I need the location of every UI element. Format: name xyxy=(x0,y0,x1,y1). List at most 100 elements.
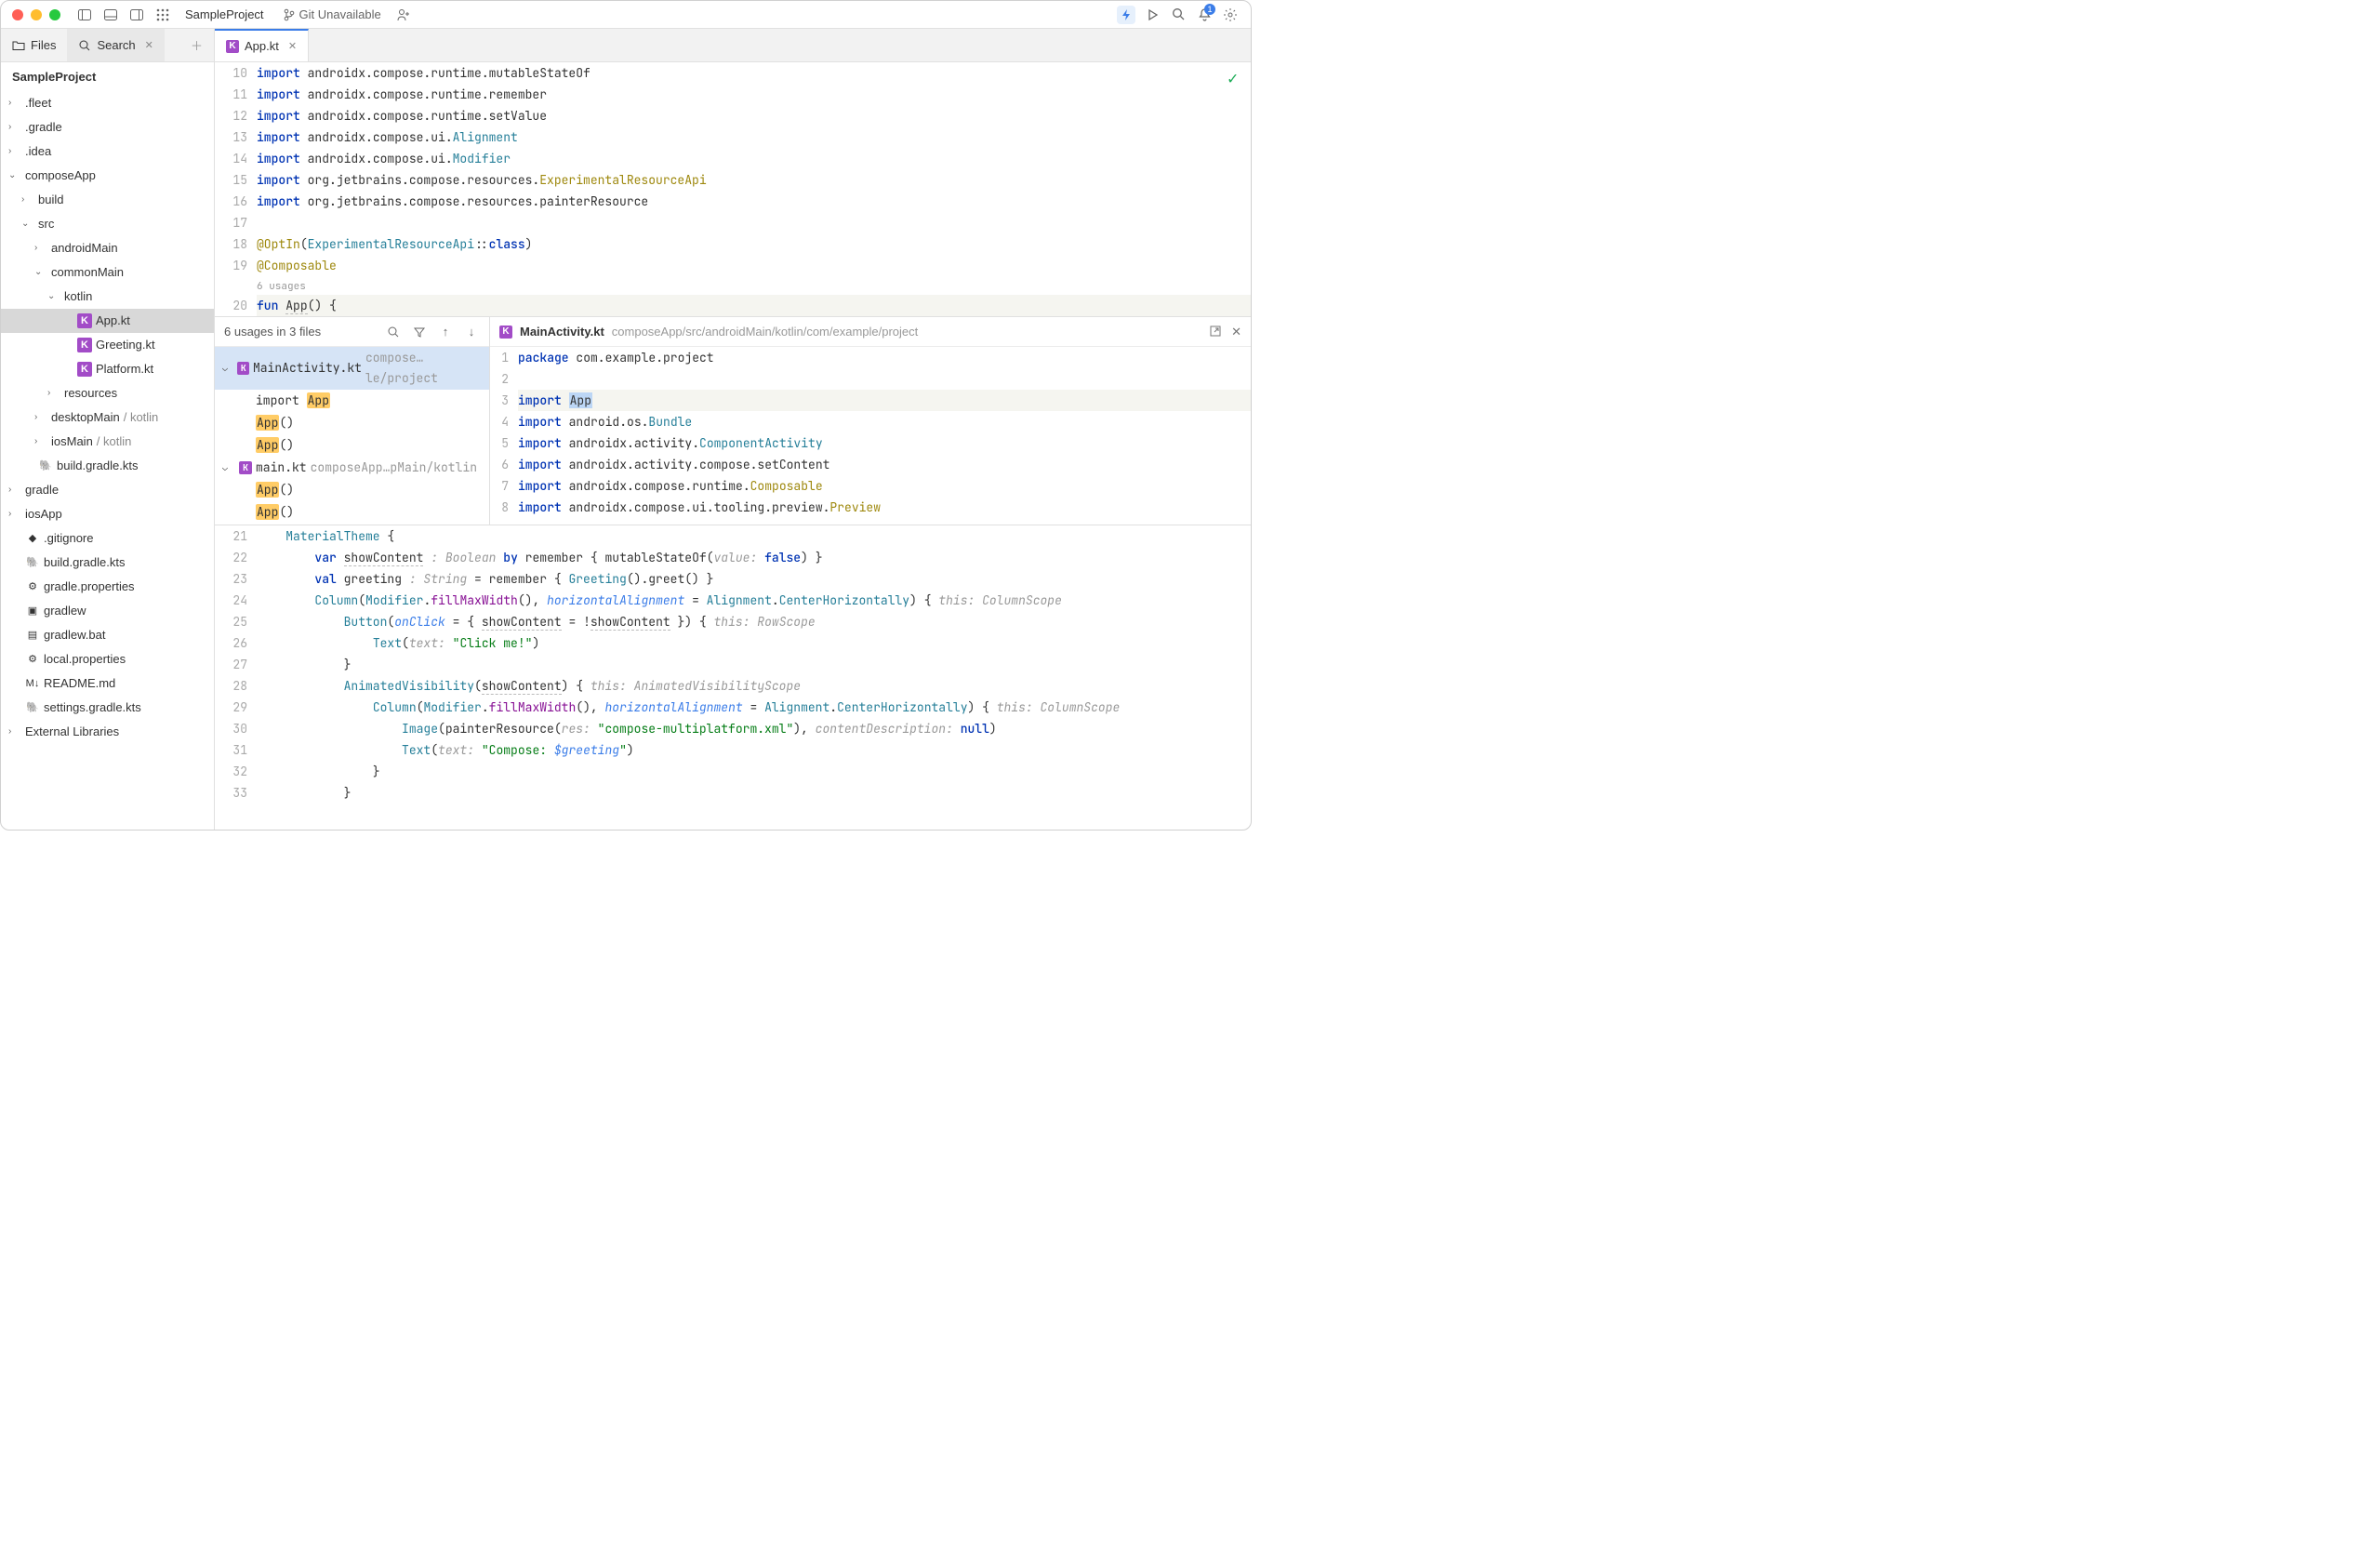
add-user-icon[interactable] xyxy=(394,6,413,24)
code-line[interactable]: Column(Modifier.fillMaxWidth(), horizont… xyxy=(257,590,1251,611)
tree-item[interactable]: ›desktopMain / kotlin xyxy=(1,405,214,430)
tree-item[interactable]: ›.idea xyxy=(1,140,214,164)
tree-item[interactable]: ⌄kotlin xyxy=(1,285,214,309)
tree-item[interactable]: ›External Libraries xyxy=(1,720,214,744)
tree-item[interactable]: ›.gradle xyxy=(1,115,214,140)
usages-hint[interactable]: 6 usages xyxy=(257,276,1251,295)
code-line[interactable]: Text(text: "Click me!") xyxy=(257,632,1251,654)
code-line[interactable]: MaterialTheme { xyxy=(257,525,1251,547)
code-line[interactable]: fun App() { xyxy=(257,295,1251,316)
usage-item[interactable]: App() xyxy=(215,501,489,524)
left-panel-icon[interactable] xyxy=(75,6,94,24)
grid-menu-icon[interactable] xyxy=(153,6,172,24)
tree-item[interactable]: ›resources xyxy=(1,381,214,405)
code-line[interactable]: Column(Modifier.fillMaxWidth(), horizont… xyxy=(257,697,1251,718)
code-line[interactable]: import org.jetbrains.compose.resources.p… xyxy=(257,191,1251,212)
code-line[interactable]: import android.os.Bundle xyxy=(518,411,1251,432)
usage-item[interactable]: import App xyxy=(215,390,489,412)
code-line[interactable]: import androidx.activity.compose.setCont… xyxy=(518,454,1251,475)
search-icon[interactable] xyxy=(1169,6,1188,24)
code-line[interactable]: val greeting : String = remember { Greet… xyxy=(257,568,1251,590)
code-line[interactable]: AnimatedVisibility(showContent) { this: … xyxy=(257,675,1251,697)
tree-item[interactable]: ›gradle xyxy=(1,478,214,502)
add-tab-button[interactable]: ＋ xyxy=(179,29,214,61)
code-line[interactable]: @Composable xyxy=(257,255,1251,276)
code-line[interactable]: } xyxy=(257,782,1251,804)
notifications-icon[interactable] xyxy=(1195,6,1214,24)
close-icon[interactable]: ✕ xyxy=(288,40,297,52)
vcs-status-button[interactable]: Git Unavailable xyxy=(277,7,387,21)
code-line[interactable]: import App xyxy=(518,390,1251,411)
usage-item[interactable]: ⌄ main.kt composeApp…pMain/kotlin xyxy=(215,457,489,479)
tree-item[interactable]: Platform.kt xyxy=(1,357,214,381)
code-line[interactable]: } xyxy=(257,761,1251,782)
code-line[interactable] xyxy=(518,368,1251,390)
maximize-window-button[interactable] xyxy=(49,9,60,20)
code-line[interactable]: import androidx.compose.runtime.setValue xyxy=(257,105,1251,126)
preview-editor[interactable]: 12345678 package com.example.projectimpo… xyxy=(490,347,1251,525)
ai-bolt-icon[interactable] xyxy=(1117,6,1135,24)
open-external-icon[interactable] xyxy=(1209,325,1222,339)
next-occurrence-icon[interactable]: ↓ xyxy=(463,324,480,340)
tree-item[interactable]: ◆.gitignore xyxy=(1,526,214,551)
editor-tab-appkt[interactable]: App.kt ✕ xyxy=(215,29,309,61)
filter-icon[interactable] xyxy=(411,324,428,340)
close-icon[interactable]: ✕ xyxy=(145,39,153,51)
tree-item[interactable]: 🐘build.gradle.kts xyxy=(1,551,214,575)
project-tree[interactable]: SampleProject ›.fleet›.gradle›.idea⌄comp… xyxy=(1,62,215,830)
code-line[interactable]: import org.jetbrains.compose.resources.E… xyxy=(257,169,1251,191)
code-line[interactable]: } xyxy=(257,654,1251,675)
code-line[interactable]: import androidx.compose.ui.Alignment xyxy=(257,126,1251,148)
right-panel-icon[interactable] xyxy=(127,6,146,24)
tree-item[interactable]: M↓README.md xyxy=(1,671,214,696)
tree-item[interactable]: ▣gradlew xyxy=(1,599,214,623)
usage-item[interactable]: App() xyxy=(215,412,489,434)
code-line[interactable]: Image(painterResource(res: "compose-mult… xyxy=(257,718,1251,739)
settings-gear-icon[interactable] xyxy=(1221,6,1240,24)
usage-item[interactable]: App() xyxy=(215,479,489,501)
search-icon[interactable] xyxy=(385,324,402,340)
tree-item[interactable]: ⚙gradle.properties xyxy=(1,575,214,599)
tree-item[interactable]: ›build xyxy=(1,188,214,212)
tree-item[interactable]: ⚙local.properties xyxy=(1,647,214,671)
bottom-panel-icon[interactable] xyxy=(101,6,120,24)
code-editor-top[interactable]: ✓ 1011121314151617181920 import androidx… xyxy=(215,62,1251,316)
minimize-window-button[interactable] xyxy=(31,9,42,20)
tree-item[interactable]: Greeting.kt xyxy=(1,333,214,357)
files-tab[interactable]: Files xyxy=(1,29,67,61)
tree-item[interactable]: App.kt xyxy=(1,309,214,333)
project-name-button[interactable]: SampleProject xyxy=(179,7,270,21)
code-line[interactable]: @OptIn(ExperimentalResourceApi::class) xyxy=(257,233,1251,255)
code-editor-bottom[interactable]: 21222324252627282930313233 MaterialTheme… xyxy=(215,525,1251,804)
close-icon[interactable]: ✕ xyxy=(1231,325,1241,339)
code-line[interactable]: Button(onClick = { showContent = !showCo… xyxy=(257,611,1251,632)
search-tab[interactable]: Search ✕ xyxy=(67,29,164,61)
tree-item[interactable]: ›androidMain xyxy=(1,236,214,260)
usage-item[interactable]: ⌄ MainActivity.kt compose…le/project xyxy=(215,347,489,390)
code-line[interactable]: import androidx.compose.runtime.Composab… xyxy=(518,475,1251,497)
code-line[interactable]: import androidx.compose.ui.Modifier xyxy=(257,148,1251,169)
tree-item[interactable]: ›iosApp xyxy=(1,502,214,526)
tree-item[interactable]: 🐘build.gradle.kts xyxy=(1,454,214,478)
tree-item[interactable]: ⌄commonMain xyxy=(1,260,214,285)
tree-item[interactable]: ⌄src xyxy=(1,212,214,236)
code-line[interactable]: package com.example.project xyxy=(518,347,1251,368)
tree-item[interactable]: ▤gradlew.bat xyxy=(1,623,214,647)
code-line[interactable]: var showContent : Boolean by remember { … xyxy=(257,547,1251,568)
tree-item[interactable]: ⌄composeApp xyxy=(1,164,214,188)
code-line[interactable] xyxy=(257,212,1251,233)
tree-item[interactable]: ›iosMain / kotlin xyxy=(1,430,214,454)
analysis-ok-icon[interactable]: ✓ xyxy=(1227,68,1238,89)
run-icon[interactable] xyxy=(1143,6,1161,24)
tree-item[interactable]: ›.fleet xyxy=(1,91,214,115)
code-line[interactable]: Text(text: "Compose: $greeting") xyxy=(257,739,1251,761)
prev-occurrence-icon[interactable]: ↑ xyxy=(437,324,454,340)
close-window-button[interactable] xyxy=(12,9,23,20)
code-line[interactable]: import androidx.compose.runtime.mutableS… xyxy=(257,62,1251,84)
code-line[interactable]: import androidx.compose.runtime.remember xyxy=(257,84,1251,105)
code-line[interactable]: import androidx.compose.ui.tooling.previ… xyxy=(518,497,1251,518)
tree-item[interactable]: 🐘settings.gradle.kts xyxy=(1,696,214,720)
usage-item[interactable]: ⌄ MainViewController.kt com…kotlin xyxy=(215,524,489,525)
code-line[interactable]: import androidx.activity.ComponentActivi… xyxy=(518,432,1251,454)
usage-item[interactable]: App() xyxy=(215,434,489,457)
